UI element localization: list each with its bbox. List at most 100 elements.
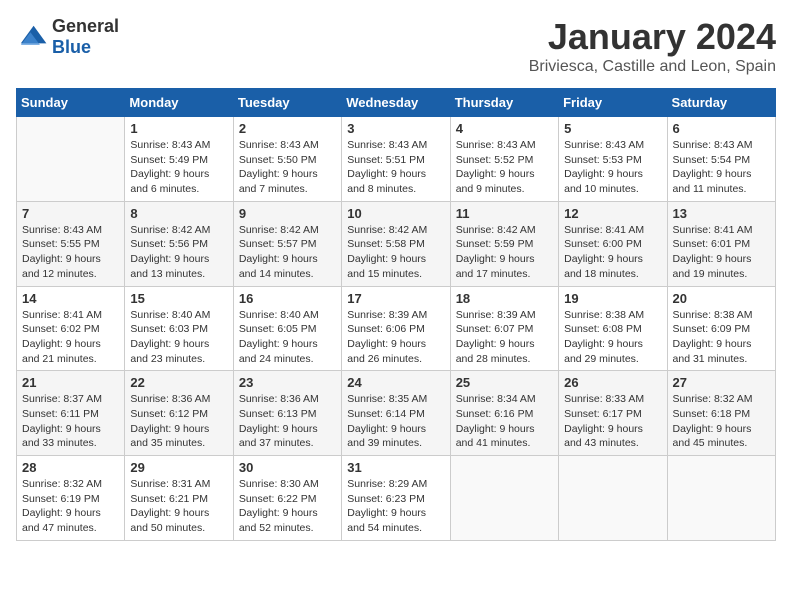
day-info: Sunrise: 8:29 AMSunset: 6:23 PMDaylight:… [347, 477, 444, 536]
day-number: 11 [456, 206, 553, 221]
day-number: 22 [130, 375, 227, 390]
weekday-header: Thursday [450, 89, 558, 117]
day-info: Sunrise: 8:39 AMSunset: 6:07 PMDaylight:… [456, 308, 553, 367]
calendar-week-row: 14 Sunrise: 8:41 AMSunset: 6:02 PMDayligh… [17, 286, 776, 371]
day-number: 25 [456, 375, 553, 390]
day-info: Sunrise: 8:38 AMSunset: 6:09 PMDaylight:… [673, 308, 770, 367]
day-number: 18 [456, 291, 553, 306]
calendar-cell: 21 Sunrise: 8:37 AMSunset: 6:11 PMDayligh… [17, 371, 125, 456]
calendar-week-row: 7 Sunrise: 8:43 AMSunset: 5:55 PMDaylight… [17, 201, 776, 286]
calendar-cell: 31Sunrise: 8:29 AMSunset: 6:23 PMDayligh… [342, 456, 450, 541]
day-number: 16 [239, 291, 336, 306]
calendar-cell: 15 Sunrise: 8:40 AMSunset: 6:03 PMDayligh… [125, 286, 233, 371]
calendar-week-row: 28 Sunrise: 8:32 AMSunset: 6:19 PMDayligh… [17, 456, 776, 541]
day-info: Sunrise: 8:37 AMSunset: 6:11 PMDaylight:… [22, 392, 119, 451]
day-number: 7 [22, 206, 119, 221]
day-info: Sunrise: 8:31 AMSunset: 6:21 PMDaylight:… [130, 477, 227, 536]
day-info: Sunrise: 8:41 AMSunset: 6:02 PMDaylight:… [22, 308, 119, 367]
calendar-cell: 4Sunrise: 8:43 AMSunset: 5:52 PMDaylight… [450, 117, 558, 202]
calendar-cell: 13 Sunrise: 8:41 AMSunset: 6:01 PMDayligh… [667, 201, 775, 286]
calendar-cell: 17 Sunrise: 8:39 AMSunset: 6:06 PMDayligh… [342, 286, 450, 371]
title-area: January 2024 Briviesca, Castille and Leo… [529, 16, 776, 76]
day-info: Sunrise: 8:38 AMSunset: 6:08 PMDaylight:… [564, 308, 661, 367]
calendar-cell: 7 Sunrise: 8:43 AMSunset: 5:55 PMDaylight… [17, 201, 125, 286]
weekday-header: Tuesday [233, 89, 341, 117]
day-number: 17 [347, 291, 444, 306]
calendar-cell: 26 Sunrise: 8:33 AMSunset: 6:17 PMDayligh… [559, 371, 667, 456]
page-header: General Blue January 2024 Briviesca, Cas… [16, 16, 776, 76]
calendar-cell: 6 Sunrise: 8:43 AMSunset: 5:54 PMDaylight… [667, 117, 775, 202]
calendar-cell: 23Sunrise: 8:36 AMSunset: 6:13 PMDayligh… [233, 371, 341, 456]
day-number: 21 [22, 375, 119, 390]
day-number: 26 [564, 375, 661, 390]
day-info: Sunrise: 8:42 AMSunset: 5:59 PMDaylight:… [456, 223, 553, 282]
day-info: Sunrise: 8:39 AMSunset: 6:06 PMDaylight:… [347, 308, 444, 367]
calendar-cell: 1Sunrise: 8:43 AMSunset: 5:49 PMDaylight… [125, 117, 233, 202]
calendar-cell: 12 Sunrise: 8:41 AMSunset: 6:00 PMDayligh… [559, 201, 667, 286]
weekday-header: Saturday [667, 89, 775, 117]
day-number: 30 [239, 460, 336, 475]
day-number: 20 [673, 291, 770, 306]
calendar-cell: 20 Sunrise: 8:38 AMSunset: 6:09 PMDayligh… [667, 286, 775, 371]
day-number: 27 [673, 375, 770, 390]
day-info: Sunrise: 8:43 AMSunset: 5:50 PMDaylight:… [239, 138, 336, 197]
calendar-week-row: 1Sunrise: 8:43 AMSunset: 5:49 PMDaylight… [17, 117, 776, 202]
day-info: Sunrise: 8:32 AMSunset: 6:18 PMDaylight:… [673, 392, 770, 451]
day-info: Sunrise: 8:30 AMSunset: 6:22 PMDaylight:… [239, 477, 336, 536]
day-number: 14 [22, 291, 119, 306]
calendar-cell: 11 Sunrise: 8:42 AMSunset: 5:59 PMDayligh… [450, 201, 558, 286]
calendar-cell: 9Sunrise: 8:42 AMSunset: 5:57 PMDaylight… [233, 201, 341, 286]
calendar-cell [17, 117, 125, 202]
day-number: 19 [564, 291, 661, 306]
calendar-cell: 28 Sunrise: 8:32 AMSunset: 6:19 PMDayligh… [17, 456, 125, 541]
day-number: 12 [564, 206, 661, 221]
calendar-cell: 18 Sunrise: 8:39 AMSunset: 6:07 PMDayligh… [450, 286, 558, 371]
logo-blue-text: Blue [52, 37, 91, 57]
day-info: Sunrise: 8:33 AMSunset: 6:17 PMDaylight:… [564, 392, 661, 451]
day-info: Sunrise: 8:42 AMSunset: 5:56 PMDaylight:… [130, 223, 227, 282]
day-info: Sunrise: 8:43 AMSunset: 5:49 PMDaylight:… [130, 138, 227, 197]
calendar-cell: 27 Sunrise: 8:32 AMSunset: 6:18 PMDayligh… [667, 371, 775, 456]
month-title: January 2024 [529, 16, 776, 58]
day-info: Sunrise: 8:40 AMSunset: 6:05 PMDaylight:… [239, 308, 336, 367]
day-info: Sunrise: 8:40 AMSunset: 6:03 PMDaylight:… [130, 308, 227, 367]
day-number: 6 [673, 121, 770, 136]
calendar-cell [667, 456, 775, 541]
day-number: 15 [130, 291, 227, 306]
logo: General Blue [16, 16, 119, 58]
location-title: Briviesca, Castille and Leon, Spain [529, 58, 776, 76]
day-info: Sunrise: 8:35 AMSunset: 6:14 PMDaylight:… [347, 392, 444, 451]
day-info: Sunrise: 8:41 AMSunset: 6:00 PMDaylight:… [564, 223, 661, 282]
calendar-cell: 30 Sunrise: 8:30 AMSunset: 6:22 PMDayligh… [233, 456, 341, 541]
day-info: Sunrise: 8:34 AMSunset: 6:16 PMDaylight:… [456, 392, 553, 451]
weekday-header: Sunday [17, 89, 125, 117]
day-info: Sunrise: 8:43 AMSunset: 5:54 PMDaylight:… [673, 138, 770, 197]
day-number: 3 [347, 121, 444, 136]
day-info: Sunrise: 8:43 AMSunset: 5:51 PMDaylight:… [347, 138, 444, 197]
logo-icon [16, 21, 48, 53]
day-number: 5 [564, 121, 661, 136]
calendar-cell: 14 Sunrise: 8:41 AMSunset: 6:02 PMDayligh… [17, 286, 125, 371]
calendar-cell: 16 Sunrise: 8:40 AMSunset: 6:05 PMDayligh… [233, 286, 341, 371]
calendar-cell: 22 Sunrise: 8:36 AMSunset: 6:12 PMDayligh… [125, 371, 233, 456]
calendar-cell: 2 Sunrise: 8:43 AMSunset: 5:50 PMDaylight… [233, 117, 341, 202]
calendar-header-row: SundayMondayTuesdayWednesdayThursdayFrid… [17, 89, 776, 117]
day-number: 13 [673, 206, 770, 221]
calendar-table: SundayMondayTuesdayWednesdayThursdayFrid… [16, 88, 776, 541]
day-info: Sunrise: 8:32 AMSunset: 6:19 PMDaylight:… [22, 477, 119, 536]
calendar-cell: 3 Sunrise: 8:43 AMSunset: 5:51 PMDaylight… [342, 117, 450, 202]
day-number: 28 [22, 460, 119, 475]
day-info: Sunrise: 8:43 AMSunset: 5:55 PMDaylight:… [22, 223, 119, 282]
day-number: 10 [347, 206, 444, 221]
logo-general-text: General [52, 16, 119, 36]
day-number: 2 [239, 121, 336, 136]
day-info: Sunrise: 8:41 AMSunset: 6:01 PMDaylight:… [673, 223, 770, 282]
calendar-cell: 8 Sunrise: 8:42 AMSunset: 5:56 PMDaylight… [125, 201, 233, 286]
calendar-week-row: 21 Sunrise: 8:37 AMSunset: 6:11 PMDayligh… [17, 371, 776, 456]
weekday-header: Friday [559, 89, 667, 117]
day-info: Sunrise: 8:36 AMSunset: 6:12 PMDaylight:… [130, 392, 227, 451]
calendar-cell: 24Sunrise: 8:35 AMSunset: 6:14 PMDayligh… [342, 371, 450, 456]
calendar-cell [559, 456, 667, 541]
day-number: 8 [130, 206, 227, 221]
day-info: Sunrise: 8:43 AMSunset: 5:52 PMDaylight:… [456, 138, 553, 197]
